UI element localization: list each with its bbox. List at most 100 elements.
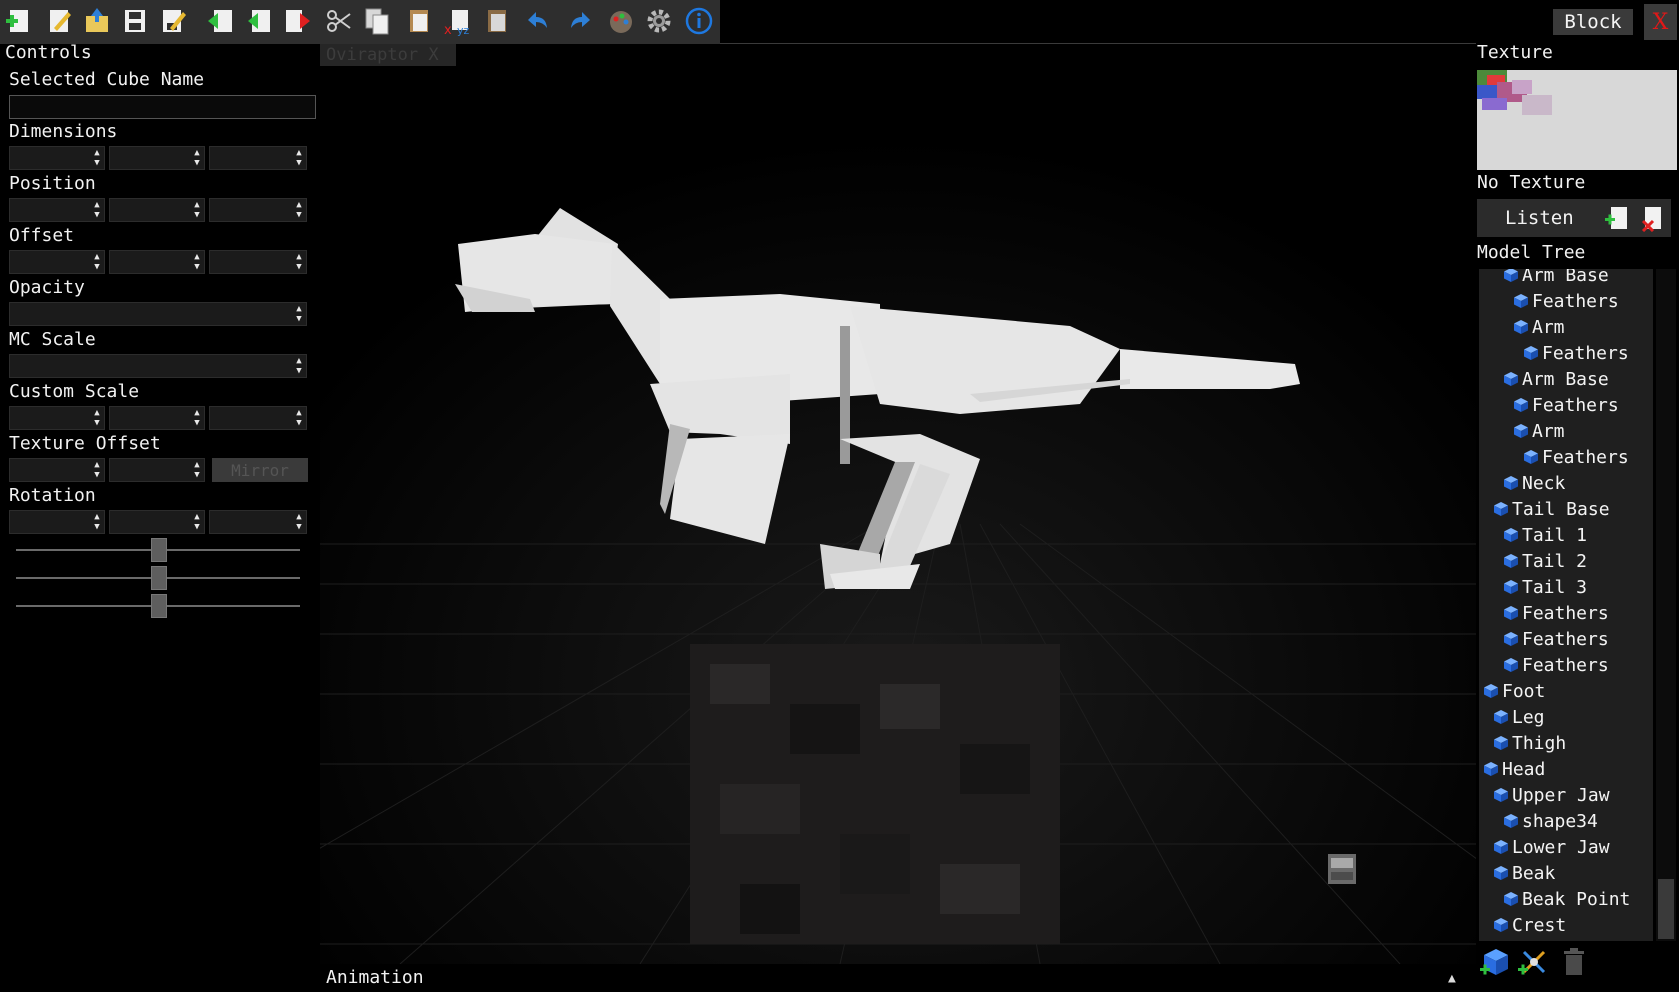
model-tree-scroll-thumb[interactable] (1658, 879, 1674, 939)
remove-texture-icon[interactable] (1641, 205, 1665, 233)
tree-item[interactable]: Tail 1 (1503, 522, 1587, 548)
position-x-spinner[interactable]: ▲ ▼ (9, 198, 105, 222)
settings-icon[interactable] (642, 4, 676, 38)
tree-item[interactable]: Tail 2 (1503, 548, 1587, 574)
paste-replace-icon[interactable]: x yz (440, 4, 474, 38)
spinner-arrows-icon[interactable]: ▲ ▼ (191, 512, 203, 532)
spinner-arrows-icon[interactable]: ▲ ▼ (293, 356, 305, 376)
texture-preview[interactable] (1477, 70, 1677, 170)
tree-item[interactable]: Arm (1513, 418, 1565, 444)
mc-scale-spinner[interactable]: ▲ ▼ (9, 354, 307, 378)
spinner-arrows-icon[interactable]: ▲ ▼ (293, 252, 305, 272)
texture-offset-u-spinner[interactable]: ▲ ▼ (9, 458, 105, 482)
import-merge-icon[interactable] (242, 4, 276, 38)
tree-item[interactable]: Feathers (1503, 652, 1609, 678)
spinner-arrows-icon[interactable]: ▲ ▼ (293, 512, 305, 532)
custom-scale-x-spinner[interactable]: ▲ ▼ (9, 406, 105, 430)
palette-icon[interactable] (604, 4, 638, 38)
tree-item[interactable]: Tail Base (1493, 496, 1610, 522)
tree-item[interactable]: Foot (1483, 678, 1545, 704)
tree-item[interactable]: Feathers (1503, 626, 1609, 652)
dimensions-x-spinner[interactable]: ▲ ▼ (9, 146, 105, 170)
tree-item[interactable]: Head (1483, 756, 1545, 782)
spinner-arrows-icon[interactable]: ▲ ▼ (191, 148, 203, 168)
animation-label[interactable]: Animation (326, 967, 424, 988)
model-tree[interactable]: Arm Base Feathers Arm Feathers Arm Base Feath… (1479, 269, 1653, 941)
model-tree-scrollbar[interactable] (1656, 269, 1676, 941)
tree-item[interactable]: Crest (1493, 912, 1566, 938)
position-y-spinner[interactable]: ▲ ▼ (109, 198, 205, 222)
tree-item[interactable]: Beak Point (1503, 886, 1630, 912)
rotation-x-slider-thumb[interactable] (151, 538, 167, 562)
tree-item[interactable]: Arm Base (1503, 269, 1609, 288)
rotation-y-spinner[interactable]: ▲ ▼ (109, 510, 205, 534)
position-z-spinner[interactable]: ▲ ▼ (209, 198, 307, 222)
add-texture-icon[interactable] (1605, 205, 1629, 232)
spinner-arrows-icon[interactable]: ▲ ▼ (91, 252, 103, 272)
custom-scale-y-spinner[interactable]: ▲ ▼ (109, 406, 205, 430)
offset-z-spinner[interactable]: ▲ ▼ (209, 250, 307, 274)
import-icon[interactable] (204, 4, 238, 38)
info-icon[interactable] (682, 4, 716, 38)
save-icon[interactable] (118, 4, 152, 38)
texture-offset-v-spinner[interactable]: ▲ ▼ (109, 458, 205, 482)
spinner-arrows-icon[interactable]: ▲ ▼ (293, 148, 305, 168)
tree-item[interactable]: Arm Base (1503, 366, 1609, 392)
opacity-spinner[interactable]: ▲ ▼ (9, 302, 307, 326)
mirror-button[interactable]: Mirror (212, 458, 308, 482)
spinner-arrows-icon[interactable]: ▲ ▼ (293, 304, 305, 324)
spinner-arrows-icon[interactable]: ▲ ▼ (191, 460, 203, 480)
tree-item[interactable]: Feathers (1503, 600, 1609, 626)
cut-icon[interactable] (322, 4, 356, 38)
add-cube-icon[interactable] (1479, 945, 1513, 979)
dimensions-z-spinner[interactable]: ▲ ▼ (209, 146, 307, 170)
redo-icon[interactable] (564, 4, 598, 38)
spinner-arrows-icon[interactable]: ▲ ▼ (91, 460, 103, 480)
edit-icon[interactable] (42, 4, 76, 38)
copy-icon[interactable] (360, 4, 394, 38)
animation-expand-icon[interactable]: ▲ (1448, 971, 1456, 986)
spinner-arrows-icon[interactable]: ▲ ▼ (91, 200, 103, 220)
close-button[interactable]: X (1644, 4, 1677, 40)
model-tab[interactable]: Oviraptor X (320, 44, 456, 66)
tree-item[interactable]: Feathers (1523, 340, 1629, 366)
tree-item[interactable]: Neck (1503, 470, 1565, 496)
rotation-z-spinner[interactable]: ▲ ▼ (209, 510, 307, 534)
spinner-arrows-icon[interactable]: ▲ ▼ (91, 148, 103, 168)
spinner-arrows-icon[interactable]: ▲ ▼ (293, 200, 305, 220)
tree-item[interactable]: Lower Jaw (1493, 834, 1610, 860)
tree-item[interactable]: Feathers (1523, 444, 1629, 470)
spinner-arrows-icon[interactable]: ▲ ▼ (191, 252, 203, 272)
export-icon[interactable] (280, 4, 314, 38)
spinner-arrows-icon[interactable]: ▲ ▼ (91, 408, 103, 428)
paste-special-icon[interactable] (480, 4, 514, 38)
undo-icon[interactable] (520, 4, 554, 38)
tree-item[interactable]: Tail 3 (1503, 574, 1587, 600)
tree-item[interactable]: Thigh (1493, 730, 1566, 756)
spinner-arrows-icon[interactable]: ▲ ▼ (191, 200, 203, 220)
delete-icon[interactable] (1557, 945, 1591, 979)
add-group-icon[interactable] (1517, 945, 1551, 979)
spinner-arrows-icon[interactable]: ▲ ▼ (91, 512, 103, 532)
offset-x-spinner[interactable]: ▲ ▼ (9, 250, 105, 274)
cube-name-input[interactable] (9, 95, 316, 119)
tree-item[interactable]: Upper Jaw (1493, 782, 1610, 808)
open-folder-icon[interactable] (80, 4, 114, 38)
custom-scale-z-spinner[interactable]: ▲ ▼ (209, 406, 307, 430)
tree-item[interactable]: Arm (1513, 314, 1565, 340)
offset-y-spinner[interactable]: ▲ ▼ (109, 250, 205, 274)
listen-button[interactable]: Listen (1505, 207, 1574, 229)
rotation-x-spinner[interactable]: ▲ ▼ (9, 510, 105, 534)
spinner-arrows-icon[interactable]: ▲ ▼ (293, 408, 305, 428)
rotation-y-slider-thumb[interactable] (151, 566, 167, 590)
tree-item[interactable]: Feathers (1513, 392, 1619, 418)
tree-item[interactable]: shape34 (1503, 808, 1598, 834)
rotation-z-slider-thumb[interactable] (151, 594, 167, 618)
tree-item[interactable]: Beak (1493, 860, 1555, 886)
tree-item[interactable]: Feathers (1513, 288, 1619, 314)
tree-item[interactable]: Leg (1493, 704, 1545, 730)
model-viewport[interactable] (320, 44, 1476, 964)
spinner-arrows-icon[interactable]: ▲ ▼ (191, 408, 203, 428)
save-as-icon[interactable] (156, 4, 190, 38)
block-button[interactable]: Block (1553, 9, 1633, 35)
